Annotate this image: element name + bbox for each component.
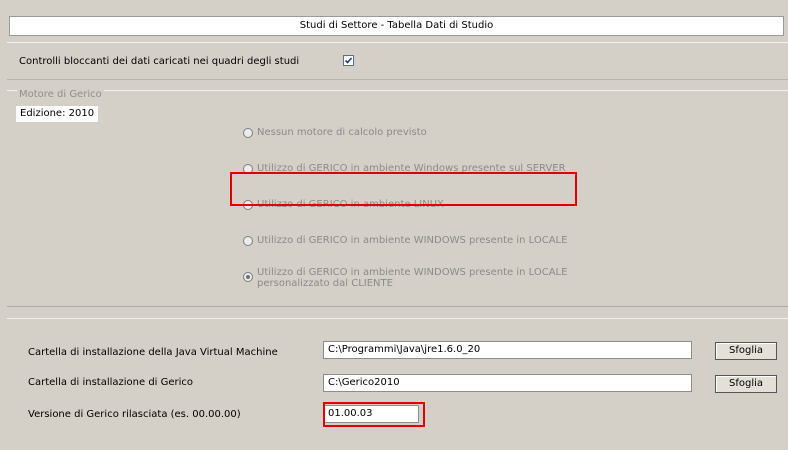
edition-label: Edizione: 2010 (16, 106, 99, 122)
engine-option-label: Utilizzo di GERICO in ambiente WINDOWS p… (257, 267, 567, 289)
radio-icon (243, 236, 253, 246)
gerico-engine-legend: Motore di Gerico (17, 89, 104, 100)
gerico-folder-input[interactable]: C:\Gerico2010 (323, 374, 692, 392)
engine-option-label: Nessun motore di calcolo previsto (257, 127, 427, 138)
radio-selected-icon (243, 272, 253, 282)
engine-option-label: Utilizzo di GERICO in ambiente WINDOWS p… (257, 235, 568, 246)
browse-jvm-button[interactable]: Sfoglia (715, 342, 777, 360)
gerico-folder-label: Cartella di installazione di Gerico (28, 377, 194, 388)
highlight-selected-option (230, 172, 577, 206)
window-title: Studi di Settore - Tabella Dati di Studi… (9, 16, 784, 36)
check-icon (344, 57, 353, 64)
highlight-version-input (323, 402, 425, 427)
jvm-folder-label: Cartella di installazione della Java Vir… (28, 347, 278, 358)
blocking-checks-label: Controlli bloccanti dei dati caricati ne… (19, 56, 300, 67)
blocking-checks-checkbox[interactable] (343, 55, 354, 66)
engine-option-label-line1: Utilizzo di GERICO in ambiente WINDOWS p… (257, 267, 568, 278)
browse-gerico-button[interactable]: Sfoglia (715, 375, 777, 393)
gerico-version-label: Versione di Gerico rilasciata (es. 00.00… (28, 409, 241, 420)
engine-option-label-line2: personalizzato dal CLIENTE (257, 278, 393, 289)
blocking-checks-row: Controlli bloccanti dei dati caricati ne… (7, 42, 788, 80)
jvm-folder-input[interactable]: C:\Programmi\Java\jre1.6.0_20 (323, 341, 692, 359)
radio-icon (243, 128, 253, 138)
